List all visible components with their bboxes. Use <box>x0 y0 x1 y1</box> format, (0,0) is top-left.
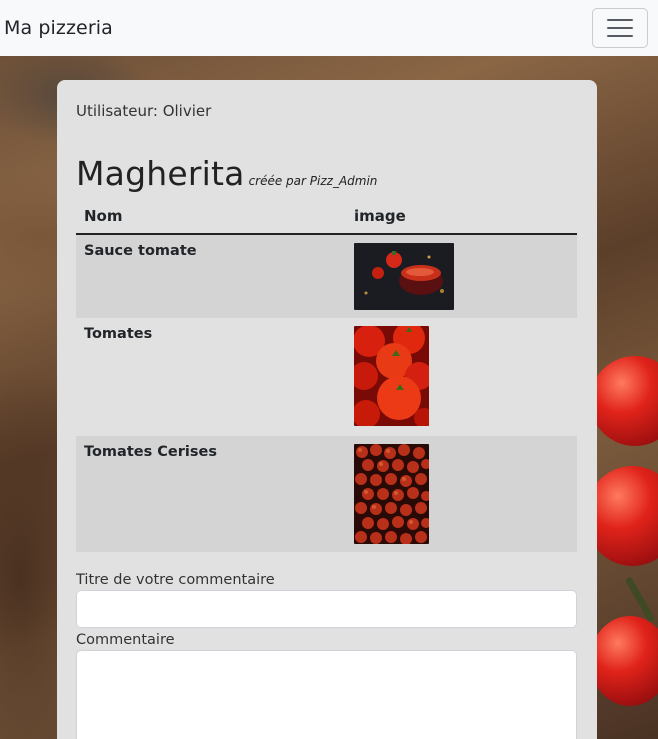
pizza-title: Magherita <box>76 154 245 193</box>
navbar: Ma pizzeria <box>0 0 658 56</box>
comment-body-textarea[interactable] <box>76 650 577 739</box>
ingredients-table: Nom image Sauce tomate Tomates Tomates C… <box>76 199 577 552</box>
pizza-card: Utilisateur: Olivier Magherita créée par… <box>57 80 597 739</box>
ingredient-name: Tomates <box>84 326 153 342</box>
user-label: Utilisateur: Olivier <box>76 102 212 120</box>
table-row: Tomates Cerises <box>76 436 577 552</box>
hamburger-icon <box>607 19 633 21</box>
menu-toggle-button[interactable] <box>592 8 648 48</box>
comment-body-label: Commentaire <box>76 632 175 648</box>
column-header-name: Nom <box>76 199 346 235</box>
comment-title-input[interactable] <box>76 590 577 628</box>
ingredient-name: Tomates Cerises <box>76 436 346 552</box>
table-row: Sauce tomate <box>76 234 577 318</box>
author-note: créée par Pizz_Admin <box>248 174 378 188</box>
comment-form: Titre de votre commentaire Commentaire <box>76 572 578 739</box>
table-header-row: Nom image <box>76 199 577 235</box>
comment-title-label: Titre de votre commentaire <box>76 572 275 588</box>
tomato-sauce-photo <box>354 243 454 310</box>
column-header-image: image <box>346 199 577 235</box>
title-row: Magherita créée par Pizz_Admin <box>76 154 578 193</box>
tomatoes-photo <box>354 326 429 426</box>
ingredient-name: Sauce tomate <box>76 234 346 318</box>
brand-link[interactable]: Ma pizzeria <box>4 17 113 39</box>
cherry-tomatoes-photo <box>354 444 429 544</box>
table-row: Tomates <box>76 318 577 436</box>
